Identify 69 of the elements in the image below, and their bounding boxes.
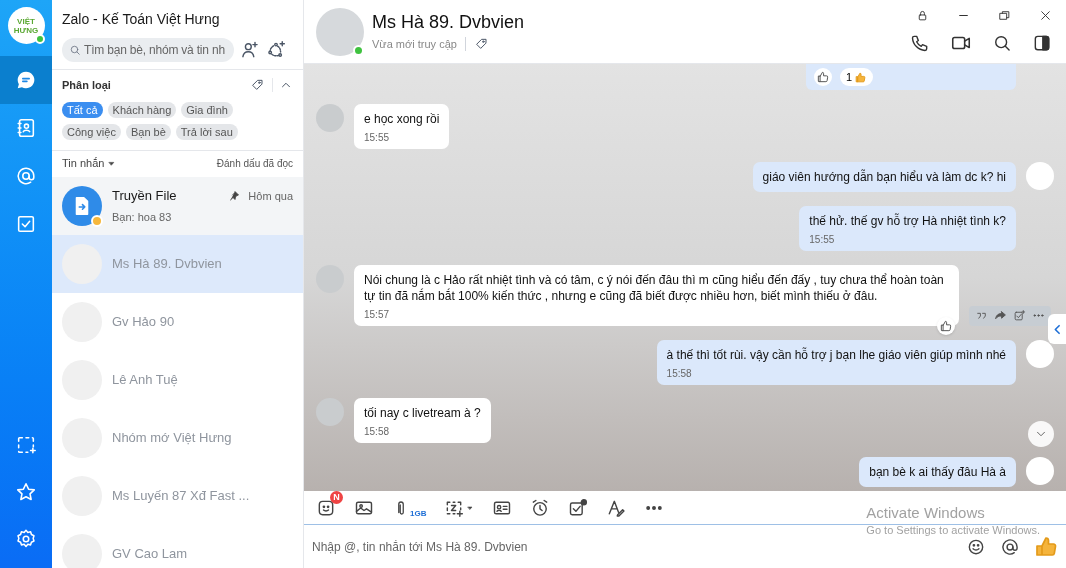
contact-name: Ms Luyến 87 Xđ Fast ... xyxy=(112,486,251,505)
thumbs-up-icon[interactable] xyxy=(814,68,832,86)
add-task-icon[interactable] xyxy=(568,497,589,518)
phone-icon[interactable] xyxy=(910,33,930,53)
conversation-item[interactable]: Truyền File Hôm qua Bạn: hoa 83 xyxy=(52,176,303,235)
search-icon xyxy=(69,44,81,56)
message-time: 15:55 xyxy=(364,131,391,144)
message-time: 15:55 xyxy=(809,234,836,247)
os-activation-hint: Go to Settings to activate Windows. xyxy=(866,522,1040,538)
filter-tag[interactable]: Công việc xyxy=(62,123,121,140)
contact-name: Gv Hảo 90 xyxy=(112,312,176,331)
contact-book-icon xyxy=(15,117,37,139)
message-filter-dropdown[interactable]: Tin nhắn xyxy=(62,155,217,172)
at-sign-icon[interactable] xyxy=(1000,536,1020,557)
message-time: 15:58 xyxy=(666,367,693,380)
restore-icon[interactable] xyxy=(998,9,1011,22)
contact-name: Lê Anh Tuệ xyxy=(112,370,179,389)
mark-read-link[interactable]: Đánh dấu đã đọc xyxy=(216,156,293,171)
message-text: e học xong rồi xyxy=(364,110,440,127)
os-activation-notice: Activate Windows xyxy=(866,503,986,522)
thumbs-up-icon xyxy=(854,70,868,84)
chat-tab[interactable] xyxy=(0,56,52,104)
create-group-icon[interactable] xyxy=(266,40,286,60)
filter-tag[interactable]: Gia đình xyxy=(181,101,233,118)
sidebar-toggle-icon[interactable] xyxy=(1032,33,1052,53)
message-preview: Bạn: hoa 83 xyxy=(112,209,173,225)
app-title: Zalo - Kế Toán Việt Hưng xyxy=(62,10,221,29)
filter-label: Phân loại xyxy=(62,78,112,94)
message-text: à thế thì tốt rùi. vậy cần hỗ trợ j bạn lhe giáo viên giúp mình nhé xyxy=(666,346,1006,363)
contact-name: GV Cao Lam xyxy=(112,544,189,563)
thumbs-up-icon[interactable] xyxy=(937,316,955,335)
star-icon xyxy=(15,480,37,503)
add-friend-icon[interactable] xyxy=(240,40,260,60)
status-text: Vừa mới truy cập xyxy=(372,36,457,52)
verified-badge xyxy=(91,214,103,227)
message-text: bạn bè k ai thấy đâu Hà à xyxy=(869,463,1006,480)
chat-title: Ms Hà 89. Dvbvien xyxy=(372,10,526,33)
settings-icon xyxy=(15,527,37,550)
chat-bubble-icon xyxy=(15,69,37,91)
thumbs-up-icon[interactable] xyxy=(1034,534,1058,559)
search-field[interactable]: Tìm bạn bè, nhóm và tin nh xyxy=(62,38,234,62)
caret-icon xyxy=(466,503,475,512)
message-text: Nói chung là c Hảo rất nhiệt tình và có tâm, c ý nói đến đâu thì m cũng hiểu đến đấy , tuy chưa thể hoàn toàn tự tin đã nắm bắt 100% kiến thức , nhưng e cũng đã biết được nhiều hơn, biết mình thiếu ở đâu. xyxy=(364,271,945,304)
message-text: giáo viên hướng dẫn bạn hiểu và làm dc k? hi xyxy=(762,169,1006,186)
at-sign-icon xyxy=(15,165,37,187)
timestamp: Hôm qua xyxy=(248,188,293,204)
checkbox-icon xyxy=(15,213,37,235)
contact-name: Nhóm mớ Việt Hưng xyxy=(112,428,233,447)
panel-toggle-tab[interactable] xyxy=(1048,314,1066,344)
message-time: 15:57 xyxy=(364,308,391,321)
tag-settings-icon[interactable] xyxy=(250,78,264,93)
filter-tag[interactable]: Trả lời sau xyxy=(175,123,238,140)
reaction-count[interactable]: 1 xyxy=(840,68,874,86)
contact-name: Ms Hà 89. Dvbvien xyxy=(112,254,223,273)
message-text: tối nay c livetream à ? xyxy=(364,405,481,422)
lock-icon[interactable] xyxy=(916,9,929,22)
contact-avatar xyxy=(316,103,344,132)
filter-tag[interactable]: Tất cả xyxy=(62,101,103,118)
tag-icon[interactable] xyxy=(473,37,488,51)
message-input[interactable]: Nhập @, tin nhắn tới Ms Hà 89. Dvbvien xyxy=(312,537,952,556)
message-text: thế hử. thế gv hỗ trợ Hà nhiệt tình k? xyxy=(809,213,1006,230)
search-icon[interactable] xyxy=(992,33,1012,53)
filter-tag[interactable]: Khách hàng xyxy=(107,101,177,118)
contact-name: Truyền File xyxy=(112,187,178,205)
message-time: 15:58 xyxy=(364,426,391,439)
filter-tag[interactable]: Bạn bè xyxy=(125,123,171,140)
caret-icon xyxy=(107,159,117,168)
close-icon[interactable] xyxy=(1039,9,1052,22)
attach-file-button[interactable]: 1GB xyxy=(392,497,427,518)
